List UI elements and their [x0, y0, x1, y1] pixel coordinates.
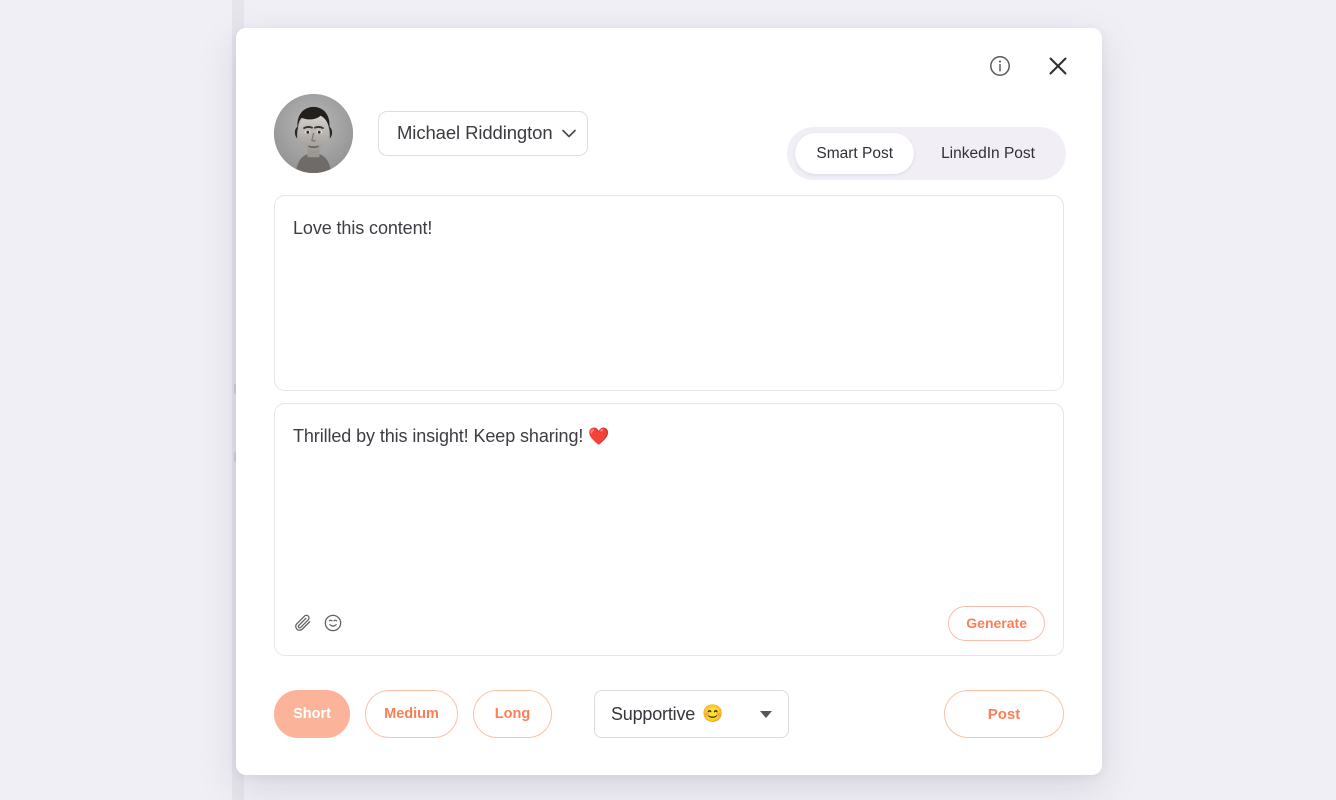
tab-smart-post[interactable]: Smart Post — [795, 133, 915, 174]
source-text-box[interactable]: Love this content! — [274, 195, 1064, 391]
tab-smart-post-label: Smart Post — [816, 144, 894, 162]
compose-tool-icons — [293, 613, 343, 633]
source-text: Love this content! — [293, 218, 433, 238]
length-option-medium[interactable]: Medium — [365, 690, 458, 738]
paperclip-icon[interactable] — [293, 613, 313, 633]
post-composer-dialog: Michael Riddington Smart Post LinkedIn P… — [236, 28, 1102, 775]
generate-button[interactable]: Generate — [948, 605, 1045, 641]
tab-linkedin-post-label: LinkedIn Post — [941, 144, 1035, 162]
user-avatar-photo — [274, 93, 353, 173]
tone-emoji: 😊 — [702, 704, 724, 723]
close-x-icon[interactable] — [1044, 52, 1072, 80]
tone-select[interactable]: Supportive 😊 — [594, 690, 789, 738]
heart-emoji: ❤️ — [588, 427, 610, 446]
chevron-down-icon — [557, 121, 581, 145]
compose-text-line: Thrilled by this insight! Keep sharing! … — [293, 424, 1045, 449]
post-button[interactable]: Post — [944, 690, 1064, 738]
tone-select-label: Supportive — [611, 703, 696, 724]
dialog-topbar — [986, 52, 1072, 80]
avatar[interactable] — [274, 93, 353, 173]
length-option-long-label: Long — [494, 706, 531, 722]
compose-text: Thrilled by this insight! Keep sharing! — [293, 426, 584, 446]
account-select[interactable]: Michael Riddington — [378, 110, 588, 156]
smiley-face-icon[interactable] — [323, 613, 343, 633]
account-name-label: Michael Riddington — [397, 122, 553, 143]
compose-toolbar: Generate — [293, 603, 1045, 643]
dialog-footer: Short Medium Long Supportive 😊 Post — [274, 687, 1064, 741]
length-option-medium-label: Medium — [384, 706, 439, 722]
length-option-short[interactable]: Short — [274, 690, 350, 738]
compose-text-box[interactable]: Thrilled by this insight! Keep sharing! … — [274, 403, 1064, 656]
caret-down-icon — [760, 710, 772, 718]
length-option-short-label: Short — [293, 706, 331, 722]
tab-linkedin-post[interactable]: LinkedIn Post — [920, 133, 1056, 174]
length-option-long[interactable]: Long — [473, 690, 552, 738]
info-circle-icon[interactable] — [986, 52, 1014, 80]
post-mode-toggle: Smart Post LinkedIn Post — [787, 127, 1066, 180]
